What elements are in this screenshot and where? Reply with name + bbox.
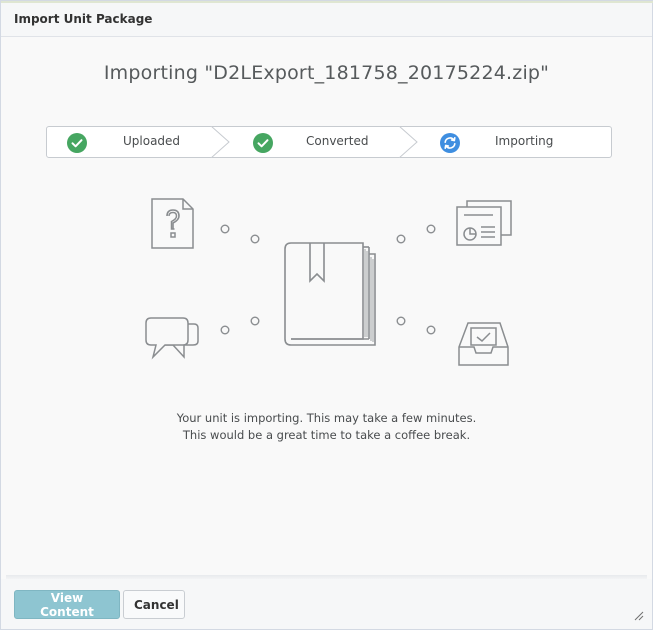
import-unit-dialog: Import Unit Package Importing "D2LExport… — [0, 0, 653, 630]
cancel-button[interactable]: Cancel — [123, 590, 185, 619]
connector-dots — [220, 224, 436, 335]
resize-handle-icon[interactable] — [634, 611, 644, 621]
discussion-icon — [145, 317, 199, 360]
coffee-message: This would be a great time to take a cof… — [182, 428, 471, 442]
dialog-content: Importing "D2LExport_181758_20175224.zip… — [6, 37, 647, 575]
dialog-title-bar[interactable]: Import Unit Package — [1, 3, 652, 37]
quiz-icon — [151, 198, 194, 249]
dropbox-icon — [458, 322, 509, 366]
presentation-icon — [456, 200, 512, 246]
dialog-footer: View Content Cancel — [1, 579, 652, 629]
book-icon — [284, 242, 376, 346]
import-illustration — [145, 198, 512, 366]
status-message: Your unit is importing. This may take a … — [176, 411, 477, 425]
view-content-button[interactable]: View Content — [14, 590, 120, 619]
dialog-title: Import Unit Package — [14, 12, 153, 26]
